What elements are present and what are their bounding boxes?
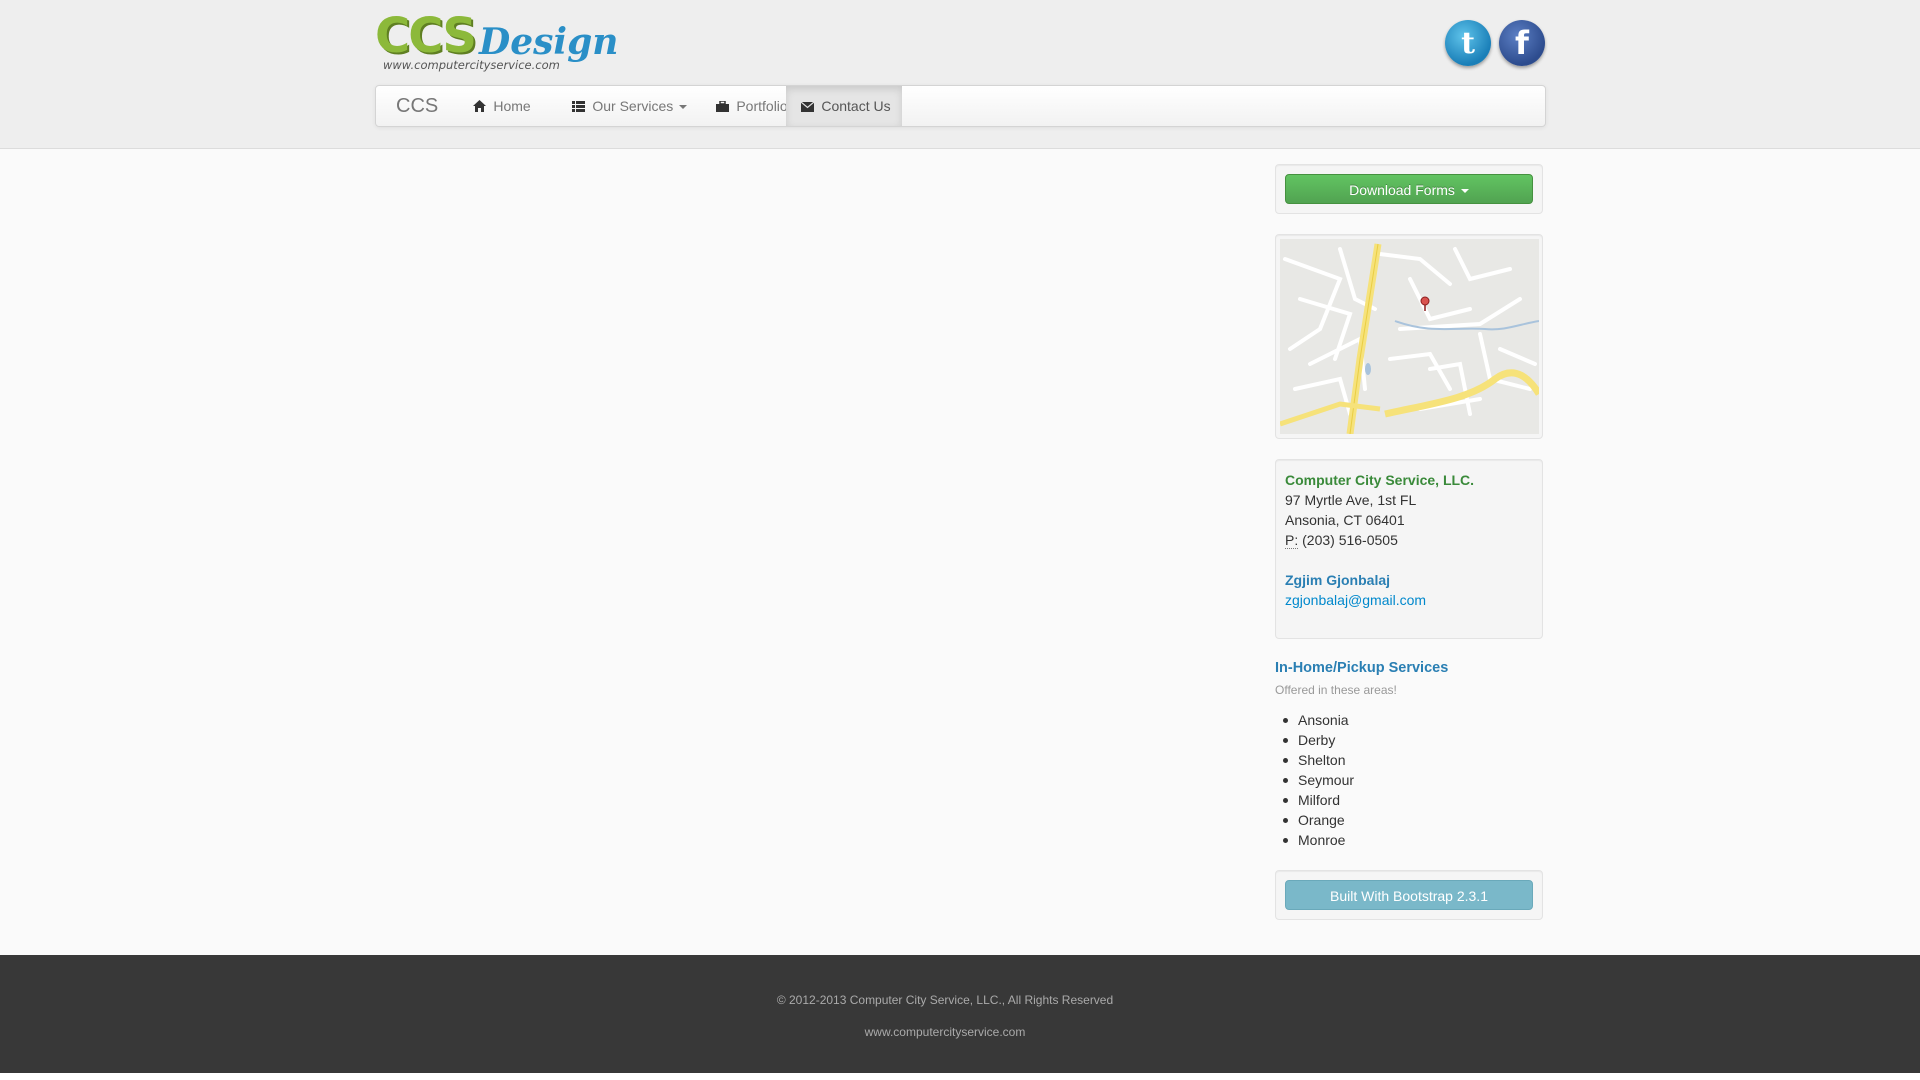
nav-portfolio-label: Portfolio [736,98,788,114]
phone-line: P: (203) 516-0505 [1285,530,1398,550]
navbar: CCS Home Our Services Portfolio Contact … [375,85,1546,127]
services-subtitle: Offered in these areas! [1275,683,1397,697]
logo-mark: CCS [375,8,477,64]
built-with-bootstrap-button[interactable]: Built With Bootstrap 2.3.1 [1285,880,1533,910]
nav-home[interactable]: Home [458,86,546,126]
download-forms-button[interactable]: Download Forms [1285,174,1533,204]
contact-person: Zgjim Gjonbalaj [1285,572,1391,588]
list-item: Seymour [1283,770,1354,790]
company-name: Computer City Service, LLC. [1285,472,1475,488]
phone-number: (203) 516-0505 [1302,532,1398,548]
service-area-list: Ansonia Derby Shelton Seymour Milford Or… [1283,710,1354,850]
list-icon [572,100,588,114]
list-item: Shelton [1283,750,1354,770]
footer [0,955,1920,1073]
list-item: Monroe [1283,830,1354,850]
footer-copyright: © 2012-2013 Computer City Service, LLC.,… [776,993,1114,1007]
home-icon [473,100,489,114]
briefcase-icon [716,100,732,114]
nav-our-services[interactable]: Our Services [557,86,702,126]
phone-label: P: [1285,532,1299,549]
list-item: Milford [1283,790,1354,810]
download-forms-well: Download Forms [1275,164,1543,214]
location-map[interactable] [1280,239,1539,434]
chevron-down-icon [1460,189,1469,194]
footer-site-link[interactable]: www.computercityservice.com [0,1025,1890,1039]
envelope-icon [800,100,817,114]
contact-well: Computer City Service, LLC. 97 Myrtle Av… [1275,459,1543,639]
built-with-well: Built With Bootstrap 2.3.1 [1275,870,1543,920]
facebook-icon[interactable]: f [1499,20,1545,66]
site-logo[interactable]: CCS Design www.computercityservice.com [375,8,618,76]
download-forms-label: Download Forms [1349,182,1455,198]
logo-word: Design [479,21,619,63]
city-address: Ansonia, CT 06401 [1285,512,1405,528]
built-with-label: Built With Bootstrap 2.3.1 [1330,888,1488,904]
services-title: In-Home/Pickup Services [1275,660,1449,676]
street-address: 97 Myrtle Ave, 1st FL [1285,492,1417,508]
twitter-glyph: t [1461,25,1475,61]
facebook-glyph: f [1515,24,1529,62]
nav-home-label: Home [493,98,531,114]
chevron-down-icon [679,105,688,110]
map-well [1275,234,1543,439]
list-item: Derby [1283,730,1354,750]
nav-contact-us[interactable]: Contact Us [786,86,902,126]
email-link[interactable]: zgjonbalaj@gmail.com [1285,590,1426,610]
main-content [0,149,1920,955]
list-item: Ansonia [1283,710,1354,730]
nav-our-services-label: Our Services [592,98,674,114]
logo-url: www.computercityservice.com [383,58,560,72]
nav-contact-us-label: Contact Us [821,98,891,114]
twitter-icon[interactable]: t [1445,20,1491,66]
list-item: Orange [1283,810,1354,830]
navbar-brand[interactable]: CCS [396,86,438,126]
